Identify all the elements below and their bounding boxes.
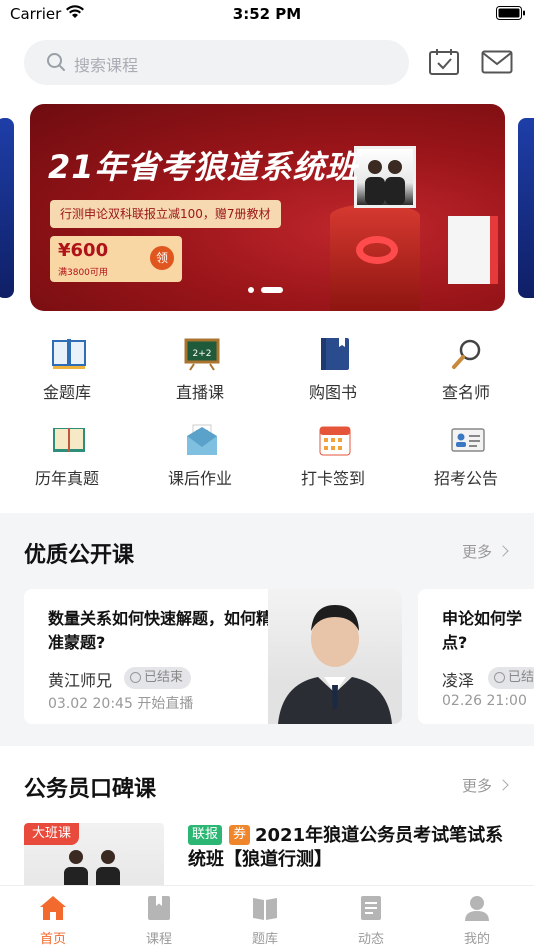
- status-badge-label: 已结束: [144, 670, 184, 685]
- quick-entry-label: 历年真题: [34, 469, 99, 488]
- chevron-right-icon[interactable]: [497, 779, 509, 791]
- id-card-icon: [450, 423, 486, 457]
- quick-entry-label: 招考公告: [433, 469, 498, 488]
- class-type-badge: 大班课: [24, 823, 80, 845]
- pagination-dot-active[interactable]: [261, 287, 283, 293]
- status-badge-label: 已结: [508, 670, 534, 685]
- quick-entry-label: 购图书: [308, 383, 357, 402]
- quick-entry-live-class[interactable]: 2+2 直播课: [140, 337, 260, 407]
- banner-ring-graphic: [356, 236, 398, 264]
- course-card[interactable]: 数量关系如何快速解题，如何精准蒙题? 黄江师兄 已结束 03.02 20:45 …: [24, 589, 402, 724]
- record-icon: [130, 672, 141, 683]
- blackboard-icon: 2+2: [184, 337, 220, 371]
- tab-profile[interactable]: 我的: [424, 886, 530, 950]
- search-placeholder: 搜索课程: [74, 56, 139, 75]
- quick-entry-label: 查名师: [441, 383, 490, 402]
- status-bar: Carrier 3:52 PM: [0, 0, 534, 30]
- quick-entry-past-exams[interactable]: 历年真题: [7, 423, 127, 493]
- banner-book-set-graphic: [448, 216, 498, 284]
- coupon-price: ¥600: [58, 240, 109, 261]
- calendar-checkin-icon: [317, 423, 353, 457]
- course-card-time: 03.02 20:45 开始直播: [48, 696, 194, 712]
- tab-label: 题库: [251, 932, 278, 947]
- pagination-dot[interactable]: [248, 287, 254, 293]
- quick-entry-label: 打卡签到: [300, 469, 365, 488]
- open-courses-title: 优质公开课: [24, 543, 135, 568]
- search-icon: [47, 53, 65, 71]
- tab-feed[interactable]: 动态: [318, 886, 424, 950]
- quick-entry-label: 直播课: [175, 383, 224, 402]
- open-book-icon: [253, 898, 277, 920]
- quick-entry-homework[interactable]: 课后作业: [140, 423, 260, 493]
- course-thumbnail[interactable]: 大班课: [24, 823, 164, 893]
- banner-teacher-photo: [354, 146, 416, 208]
- banner-title: 21年省考狼道系统班: [48, 148, 359, 186]
- quick-entry-check-in[interactable]: 打卡签到: [273, 423, 393, 493]
- calendar-check-icon[interactable]: [428, 48, 460, 76]
- course-card-teacher: 黄江师兄: [48, 671, 113, 690]
- textbook-icon: [51, 423, 87, 457]
- quick-entry-find-teacher[interactable]: 查名师: [406, 337, 526, 407]
- tab-question-bank[interactable]: 题库: [212, 886, 318, 950]
- search-bar[interactable]: 搜索课程: [24, 40, 409, 85]
- clock-time: 3:52 PM: [232, 5, 302, 23]
- bookmark-book-icon: [148, 896, 170, 920]
- course-card-title: 申论如何学点?: [442, 609, 523, 652]
- bottom-tab-bar: 首页 课程 题库 动态 我的: [0, 885, 534, 950]
- banner-prev-peek[interactable]: [0, 118, 14, 298]
- teacher-portrait: [268, 589, 402, 724]
- open-courses-more-link[interactable]: 更多: [462, 541, 492, 562]
- course-card[interactable]: 申论如何学点? 凌泽 已结 02.26 21:00: [418, 589, 534, 724]
- quick-entry-label: 金题库: [42, 383, 91, 402]
- promo-banner[interactable]: 21年省考狼道系统班 行测申论双科联报立减100，赠7册教材 ¥600 满380…: [30, 104, 505, 311]
- mail-icon[interactable]: [481, 50, 513, 74]
- course-card-teacher: 凌泽: [442, 671, 475, 690]
- book-icon: [317, 337, 353, 371]
- envelope-letter-icon: [184, 423, 220, 457]
- course-title[interactable]: 2021年狼道公务员考试笔试系统班【狼道行测】: [188, 824, 518, 872]
- svg-text:2+2: 2+2: [193, 349, 212, 359]
- tab-label: 课程: [145, 932, 172, 947]
- tab-label: 动态: [357, 932, 384, 947]
- quick-entry-buy-books[interactable]: 购图书: [273, 337, 393, 407]
- tab-label: 首页: [39, 932, 66, 947]
- course-card-time: 02.26 21:00: [442, 693, 527, 709]
- banner-subtitle: 行测申论双科联报立减100，赠7册教材: [50, 200, 281, 228]
- word-of-mouth-title: 公务员口碑课: [24, 777, 157, 802]
- document-icon: [361, 896, 381, 920]
- banner-coupon[interactable]: ¥600 满3800可用 领: [50, 236, 182, 282]
- tab-courses[interactable]: 课程: [106, 886, 212, 950]
- record-icon: [494, 672, 505, 683]
- word-of-mouth-more-link[interactable]: 更多: [462, 775, 492, 796]
- quick-entry-recruitment-notice[interactable]: 招考公告: [406, 423, 526, 493]
- coupon-condition: 满3800可用: [58, 268, 108, 278]
- magnifier-icon: [450, 337, 486, 371]
- banner-next-peek[interactable]: [518, 118, 534, 298]
- coupon-claim-button[interactable]: 领: [150, 246, 174, 270]
- battery-icon: [496, 6, 525, 20]
- quick-entry-gold-question-bank[interactable]: 金题库: [7, 337, 127, 407]
- status-badge: 已结: [488, 667, 534, 689]
- quick-entry-label: 课后作业: [167, 469, 232, 488]
- person-icon: [465, 896, 489, 921]
- status-badge: 已结束: [124, 667, 192, 689]
- tab-home[interactable]: 首页: [0, 886, 106, 950]
- tab-label: 我的: [463, 932, 490, 947]
- home-icon: [40, 896, 66, 920]
- open-book-icon: [51, 337, 87, 371]
- course-card-title: 数量关系如何快速解题，如何精准蒙题?: [48, 609, 273, 652]
